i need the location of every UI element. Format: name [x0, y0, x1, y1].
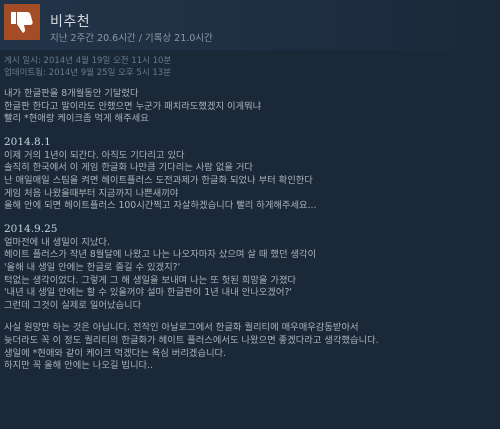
review-line: 게임 처음 나왔을때부터 지금까지 나쁜새끼야 [4, 187, 179, 199]
posted-date: 게시 일시: 2014년 4월 19일 오전 11시 10분 [4, 56, 172, 66]
playtime-hours: 지난 2주간 20.6시간 / 기록상 21.0시간 [50, 33, 213, 44]
review-verdict: 비추천 [50, 14, 91, 30]
update-heading: 2014.9.25 [4, 222, 58, 235]
review-line: 턱없는 생각이었다. 그렇게 그 해 생일을 보내며 나는 또 헛된 희망을 가… [4, 274, 297, 286]
review-line: 얼마전에 내 생일이 지났다. [4, 236, 110, 248]
update-block-1: 2014.8.1 이제 거의 1년이 되간다. 아직도 기다리고 있다 솔직히 … [4, 136, 496, 213]
review-body: 내가 한글판을 8개월동안 기달렸다 한글판 한다고 말이라도 안했으면 누군가… [4, 88, 496, 373]
review-line: 한글판 한다고 말이라도 안했으면 누군가 패치라도했겠지 이게뭐냐 [4, 100, 262, 112]
review-line: 그런데 그것이 실제로 일어났습니다 [4, 299, 142, 311]
review-dates: 게시 일시: 2014년 4월 19일 오전 11시 10분 업데이트됨: 20… [4, 55, 494, 79]
review-line: '내년 내 생일 안에는 할 수 있을꺼야 설마 한글판이 1년 내내 안나오겠… [4, 287, 292, 299]
closing-block: 사실 원망만 하는 것은 아닙니다. 전작인 아날로그에서 한글화 퀄리티에 매… [4, 322, 496, 372]
review-line: 이제 거의 1년이 되간다. 아직도 기다리고 있다 [4, 149, 185, 161]
review-line: 솔직히 한국에서 이 게임 한글화 나만큼 기다리는 사람 없을 거다 [4, 162, 253, 174]
updated-date: 업데이트됨: 2014년 9월 25일 오후 5시 13분 [4, 68, 171, 78]
review-line: 빨리 *현애랑 케이크좀 먹게 해주세요 [4, 113, 149, 125]
review-line: 늦더라도 꼭 이 정도 퀄리티의 한글화가 헤이트 플러스에서도 나왔으면 좋겠… [4, 334, 379, 346]
review-line: '올해 내 생일 안에는 한글로 즐길 수 있겠지?' [4, 261, 181, 273]
review-line: 사실 원망만 하는 것은 아닙니다. 전작인 아날로그에서 한글화 퀄리티에 매… [4, 322, 359, 334]
review-line: 생일에 *현애와 같이 케이크 먹겠다는 욕심 버리겠습니다. [4, 347, 227, 359]
update-block-2: 2014.9.25 얼마전에 내 생일이 지났다. 헤이트 플러스가 작년 8월… [4, 223, 496, 313]
review-line: 하지만 꼭 올해 안에는 나오길 빕니다.. [4, 360, 153, 372]
thumbs-down-icon [11, 12, 33, 33]
review-line: 내가 한글판을 8개월동안 기달렸다 [4, 88, 139, 99]
thumbs-down-badge [4, 4, 40, 40]
intro-block: 내가 한글판을 8개월동안 기달렸다 한글판 한다고 말이라도 안했으면 누군가… [4, 88, 496, 126]
review-header: 비추천 지난 2주간 20.6시간 / 기록상 21.0시간 [0, 0, 500, 50]
review-line: 올해 안에 되면 헤이트플러스 100시간찍고 자살하겠습니다 빨리 하게해주세… [4, 200, 317, 212]
review-line: 난 매일매일 스팀을 켜면 헤이트플러스 도전과제가 한글화 되었나 부터 확인… [4, 174, 313, 186]
update-heading: 2014.8.1 [4, 135, 51, 148]
review-line: 헤이트 플러스가 작년 8월달에 나왔고 나는 나오자마자 샀으며 살 때 했던… [4, 249, 317, 261]
